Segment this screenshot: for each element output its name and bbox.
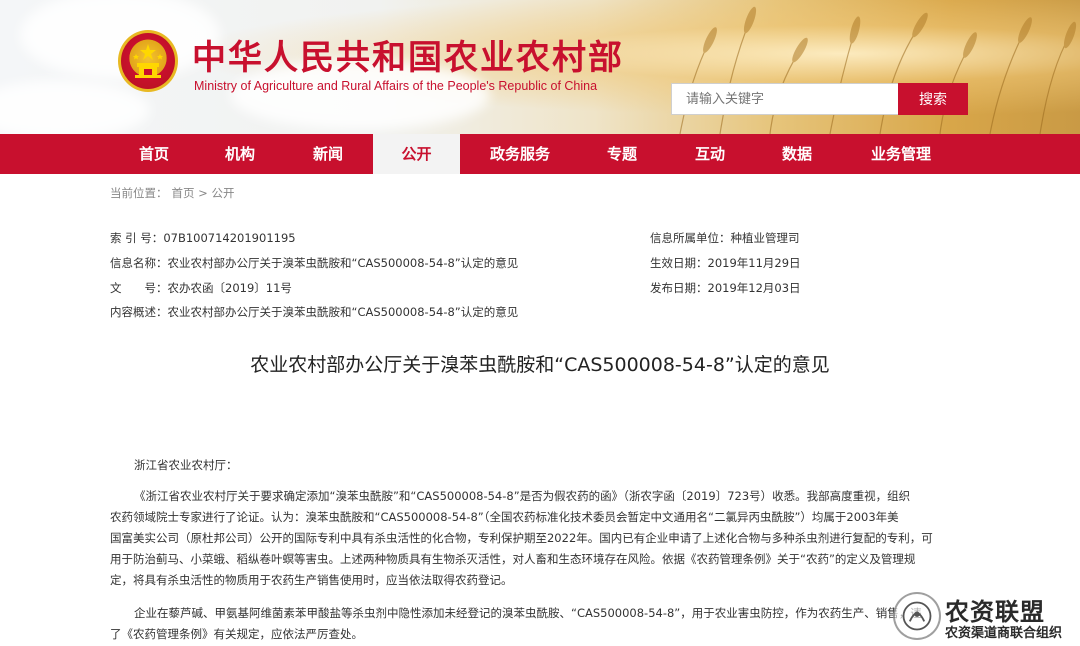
site-title[interactable]: 中华人民共和国农业农村部 [192,30,624,79]
nav-item-home[interactable]: 首页 [117,134,191,174]
info-value: 农业农村部办公厅关于溴苯虫酰胺和“CAS500008-54-8”认定的意见 [167,256,519,270]
info-label: 发布日期： [650,281,708,295]
breadcrumb-path[interactable]: 首页 > 公开 [172,186,235,200]
paragraph-line: 农药领域院士专家进行了论证。认为：溴苯虫酰胺和“CAS500008-54-8”（… [110,510,899,524]
national-emblem-icon[interactable] [118,30,178,92]
article-paragraph: 《浙江省农业农村厅关于要求确定添加“溴苯虫酰胺”和“CAS500008-54-8… [110,486,990,591]
breadcrumb-prefix: 当前位置： [110,186,168,200]
nav-item-data[interactable]: 数据 [760,134,834,174]
info-effective-date: 生效日期：2019年11月29日 [650,255,801,271]
site-subtitle: Ministry of Agriculture and Rural Affair… [194,79,598,93]
info-label: 生效日期： [650,256,708,270]
info-value: 07B100714201901195 [163,231,296,245]
breadcrumb: 当前位置： 首页 > 公开 [110,185,238,201]
article-paragraph: 企业在藜芦碱、甲氨基阿维菌素苯甲酸盐等杀虫剂中隐性添加未经登记的溴苯虫酰胺、“C… [110,603,990,645]
nav-item-news[interactable]: 新闻 [291,134,365,174]
info-index-no: 索 引 号：07B100714201901195 [110,230,296,246]
info-label: 信息所属单位： [650,231,731,245]
info-doc-no: 文 号：农办农函〔2019〕11号 [110,280,292,296]
search-input[interactable] [671,83,899,115]
paragraph-line: 国富美实公司（原杜邦公司）公开的国际专利中具有杀虫活性的化合物，专利保护期至20… [110,531,933,545]
info-value: 2019年11月29日 [707,256,801,270]
info-label: 文 号： [110,281,168,295]
watermark-logo-icon [893,592,941,640]
paragraph-line: 用于防治蓟马、小菜蛾、稻纵卷叶螟等害虫。上述两种物质具有生物杀灭活性，对人畜和生… [110,552,916,566]
nav-item-interaction[interactable]: 互动 [673,134,747,174]
info-value: 农办农函〔2019〕11号 [167,281,292,295]
info-name: 信息名称：农业农村部办公厅关于溴苯虫酰胺和“CAS500008-54-8”认定的… [110,255,518,271]
nav-item-public[interactable]: 公开 [373,134,460,174]
paragraph-line: 企业在藜芦碱、甲氨基阿维菌素苯甲酸盐等杀虫剂中隐性添加未经登记的溴苯虫酰胺、“C… [134,606,922,620]
article-title: 农业农村部办公厅关于溴苯虫酰胺和“CAS500008-54-8”认定的意见 [250,354,830,376]
nav-item-organization[interactable]: 机构 [203,134,277,174]
watermark-subtitle: 农资渠道商联合组织 [945,626,1063,641]
nav-item-topics[interactable]: 专题 [585,134,659,174]
info-label: 索 引 号： [110,231,164,245]
nav-item-services[interactable]: 政务服务 [478,134,562,174]
info-value: 农业农村部办公厅关于溴苯虫酰胺和“CAS500008-54-8”认定的意见 [167,305,519,319]
info-unit: 信息所属单位：种植业管理司 [650,230,800,246]
info-value: 种植业管理司 [730,231,800,245]
paragraph-line: 定，将具有杀虫活性的物质用于农药生产销售使用时，应当依法取得农药登记。 [110,573,513,587]
watermark: 农资联盟 农资渠道商联合组织 [893,590,1073,644]
banner-cloud [0,80,150,134]
info-publish-date: 发布日期：2019年12月03日 [650,280,801,296]
article-salutation: 浙江省农业农村厅： [134,458,238,472]
search-button[interactable]: 搜索 [898,83,968,115]
main-nav: 首页 机构 新闻 公开 政务服务 专题 互动 数据 业务管理 [0,134,1080,174]
nav-item-business[interactable]: 业务管理 [856,134,946,174]
paragraph-line: 了《农药管理条例》有关规定，应依法严厉查处。 [110,627,363,641]
info-value: 2019年12月03日 [707,281,801,295]
paragraph-line: 《浙江省农业农村厅关于要求确定添加“溴苯虫酰胺”和“CAS500008-54-8… [134,489,911,503]
header-banner: 中华人民共和国农业农村部 Ministry of Agriculture and… [0,0,1080,134]
info-label: 内容概述： [110,305,168,319]
info-label: 信息名称： [110,256,168,270]
info-summary: 内容概述：农业农村部办公厅关于溴苯虫酰胺和“CAS500008-54-8”认定的… [110,304,518,320]
